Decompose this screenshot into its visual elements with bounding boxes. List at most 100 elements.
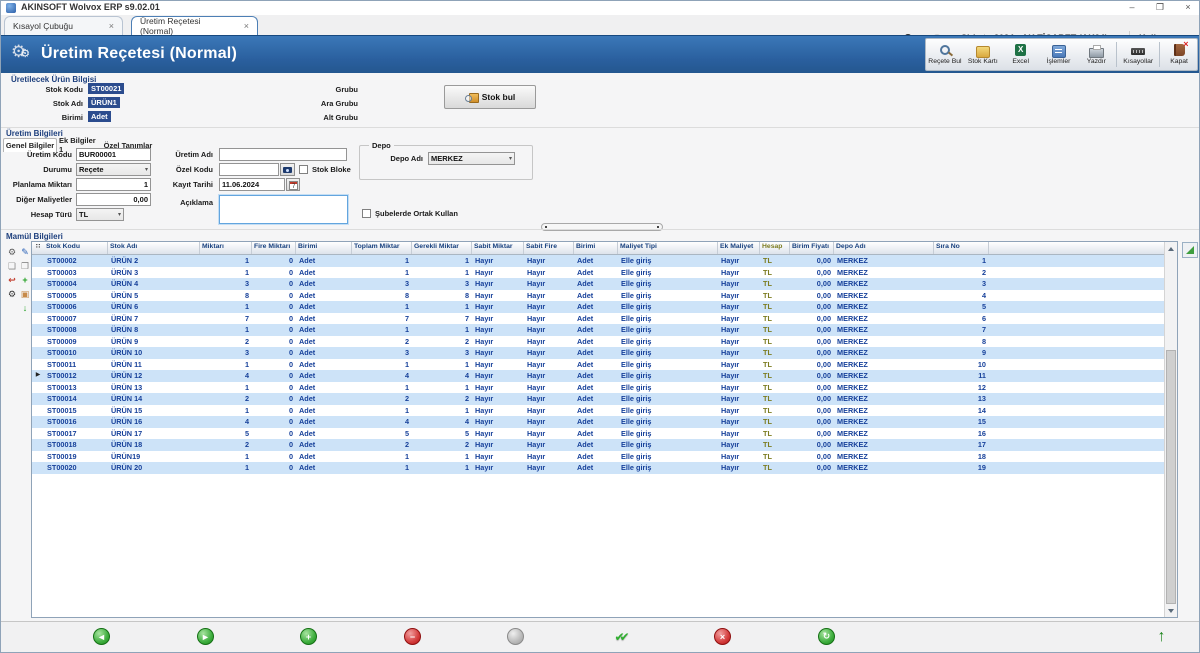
- package-icon[interactable]: ▣: [19, 288, 31, 300]
- table-row[interactable]: ST00002ÜRÜN 210Adet11HayırHayırAdetElle …: [32, 255, 1177, 267]
- column-header[interactable]: Gerekli Miktar: [412, 242, 472, 254]
- uretim-adi-input[interactable]: [219, 148, 347, 161]
- tab-close-icon[interactable]: ×: [234, 21, 249, 31]
- restore-button[interactable]: ❐: [1147, 1, 1173, 14]
- ozel-kodu-input[interactable]: [219, 163, 279, 176]
- table-row[interactable]: ST00009ÜRÜN 920Adet22HayırHayırAdetElle …: [32, 336, 1177, 348]
- planlama-input[interactable]: 1: [76, 178, 151, 191]
- go-top-button[interactable]: ↑: [1153, 628, 1170, 645]
- table-row[interactable]: ST00003ÜRÜN 310Adet11HayırHayırAdetElle …: [32, 267, 1177, 279]
- edit-record-button[interactable]: [507, 628, 524, 645]
- uretim-kodu-input[interactable]: BUR00001: [76, 148, 151, 161]
- subelerde-ortak-checkbox[interactable]: [362, 209, 371, 218]
- stok-bul-button[interactable]: Stok bul: [444, 85, 536, 109]
- column-header[interactable]: Miktarı: [200, 242, 252, 254]
- table-row[interactable]: ST00018ÜRÜN 1820Adet22HayırHayırAdetElle…: [32, 439, 1177, 451]
- minimize-button[interactable]: –: [1119, 1, 1145, 14]
- table-row[interactable]: ST00004ÜRÜN 430Adet33HayırHayırAdetElle …: [32, 278, 1177, 290]
- undo-icon[interactable]: ↩: [6, 274, 18, 286]
- scrollbar-thumb[interactable]: [1166, 350, 1176, 604]
- find-recipe-button[interactable]: Reçete Bul: [926, 39, 964, 70]
- tab-close-icon[interactable]: ×: [99, 21, 114, 31]
- table-row[interactable]: ST00005ÜRÜN 580Adet88HayırHayırAdetElle …: [32, 290, 1177, 302]
- table-cell: MERKEZ: [834, 360, 934, 369]
- table-cell: MERKEZ: [834, 256, 934, 265]
- table-cell: 3: [352, 279, 412, 288]
- shortcuts-button[interactable]: Kısayollar: [1118, 39, 1158, 70]
- table-cell: 3: [412, 279, 472, 288]
- new-document-icon[interactable]: ❏: [6, 260, 18, 272]
- column-header[interactable]: Depo Adı: [834, 242, 934, 254]
- table-row[interactable]: ST00006ÜRÜN 610Adet11HayırHayırAdetElle …: [32, 301, 1177, 313]
- table-row[interactable]: ST00010ÜRÜN 1030Adet33HayırHayırAdetElle…: [32, 347, 1177, 359]
- column-header[interactable]: Sabit Fire: [524, 242, 574, 254]
- column-header[interactable]: Birimi: [296, 242, 352, 254]
- column-header[interactable]: Birim Fiyatı: [790, 242, 834, 254]
- table-row[interactable]: ST00020ÜRÜN 2010Adet11HayırHayırAdetElle…: [32, 462, 1177, 474]
- table-row[interactable]: ST00019ÜRÜN1910Adet11HayırHayırAdetElle …: [32, 451, 1177, 463]
- section-title-production: Üretim Bilgileri: [6, 129, 63, 138]
- vertical-scrollbar[interactable]: [1164, 242, 1177, 617]
- table-row[interactable]: ST00017ÜRÜN 1750Adet55HayırHayırAdetElle…: [32, 428, 1177, 440]
- tools-icon[interactable]: ⚙: [6, 288, 18, 300]
- grid-expand-button[interactable]: [1182, 242, 1198, 258]
- copy-icon[interactable]: ❐: [19, 260, 31, 272]
- column-header[interactable]: Fire Miktarı: [252, 242, 296, 254]
- operations-button[interactable]: İşlemler: [1040, 39, 1078, 70]
- table-row[interactable]: ST00016ÜRÜN 1640Adet44HayırHayırAdetElle…: [32, 416, 1177, 428]
- stok-adi-value[interactable]: ÜRÜN1: [88, 97, 120, 108]
- column-header[interactable]: Ek Maliyet: [718, 242, 760, 254]
- table-cell: 0,00: [790, 348, 834, 357]
- aciklama-textarea[interactable]: [219, 195, 348, 224]
- hesap-turu-select[interactable]: TL ▾: [76, 208, 124, 221]
- column-header[interactable]: Toplam Miktar: [352, 242, 412, 254]
- column-header[interactable]: Stok Adı: [108, 242, 200, 254]
- refresh-button[interactable]: ↻: [818, 628, 835, 645]
- table-cell: MERKEZ: [834, 417, 934, 426]
- column-header[interactable]: Maliyet Tipi: [618, 242, 718, 254]
- table-row[interactable]: ST00015ÜRÜN 1510Adet11HayırHayırAdetElle…: [32, 405, 1177, 417]
- add-record-button[interactable]: +: [300, 628, 317, 645]
- diger-maliyetler-input[interactable]: 0,00: [76, 193, 151, 206]
- stock-card-button[interactable]: Stok Kartı: [964, 39, 1002, 70]
- stok-kodu-value[interactable]: ST00021: [88, 83, 124, 94]
- import-icon[interactable]: ↓: [19, 302, 31, 314]
- table-row[interactable]: ST00013ÜRÜN 1310Adet11HayırHayırAdetElle…: [32, 382, 1177, 394]
- save-button[interactable]: ✔✔: [611, 628, 628, 645]
- close-button[interactable]: ×: [1175, 1, 1200, 14]
- excel-button[interactable]: X Excel: [1002, 39, 1040, 70]
- cancel-button[interactable]: ×: [714, 628, 731, 645]
- next-record-button[interactable]: ►: [197, 628, 214, 645]
- birimi-value[interactable]: Adet: [88, 111, 111, 122]
- depo-adi-select[interactable]: MERKEZ ▾: [428, 152, 515, 165]
- column-header[interactable]: Stok Kodu: [44, 242, 108, 254]
- close-page-button[interactable]: Kapat: [1161, 39, 1197, 70]
- column-header[interactable]: Sabit Miktar: [472, 242, 524, 254]
- durumu-select[interactable]: Reçete ▾: [76, 163, 151, 176]
- previous-record-button[interactable]: ◄: [93, 628, 110, 645]
- table-row[interactable]: ST00011ÜRÜN 1110Adet11HayırHayırAdetElle…: [32, 359, 1177, 371]
- table-cell: Hayır: [524, 279, 574, 288]
- settings-icon[interactable]: ⚙: [6, 246, 18, 258]
- table-cell: ÜRÜN 3: [108, 268, 200, 277]
- delete-record-button[interactable]: −: [404, 628, 421, 645]
- add-icon[interactable]: +: [19, 274, 31, 286]
- kayit-tarihi-input[interactable]: 11.06.2024: [219, 178, 285, 191]
- calendar-button[interactable]: [286, 178, 300, 191]
- edit-icon[interactable]: ✎: [19, 246, 31, 258]
- column-header[interactable]: Birimi: [574, 242, 618, 254]
- tab-production-recipe[interactable]: Üretim Reçetesi (Normal) ×: [131, 16, 258, 35]
- column-header[interactable]: Hesap: [760, 242, 790, 254]
- table-row[interactable]: ST00008ÜRÜN 810Adet11HayırHayırAdetElle …: [32, 324, 1177, 336]
- table-row[interactable]: ST00007ÜRÜN 770Adet77HayırHayırAdetElle …: [32, 313, 1177, 325]
- scroll-down-icon[interactable]: [1165, 604, 1177, 617]
- bottom-toolbar: ◄ ► + − ✔✔ × ↻ ↑: [1, 621, 1199, 653]
- table-row[interactable]: ST00014ÜRÜN 1420Adet22HayırHayırAdetElle…: [32, 393, 1177, 405]
- ozel-kodu-lookup-button[interactable]: [280, 163, 295, 176]
- tab-shortcut-bar[interactable]: Kısayol Çubuğu ×: [4, 16, 123, 35]
- column-header[interactable]: Sıra No: [934, 242, 989, 254]
- print-button[interactable]: Yazdır: [1077, 39, 1115, 70]
- table-row[interactable]: ▶ST00012ÜRÜN 1240Adet44HayırHayırAdetEll…: [32, 370, 1177, 382]
- stok-bloke-checkbox[interactable]: [299, 165, 308, 174]
- scroll-up-icon[interactable]: [1165, 242, 1177, 255]
